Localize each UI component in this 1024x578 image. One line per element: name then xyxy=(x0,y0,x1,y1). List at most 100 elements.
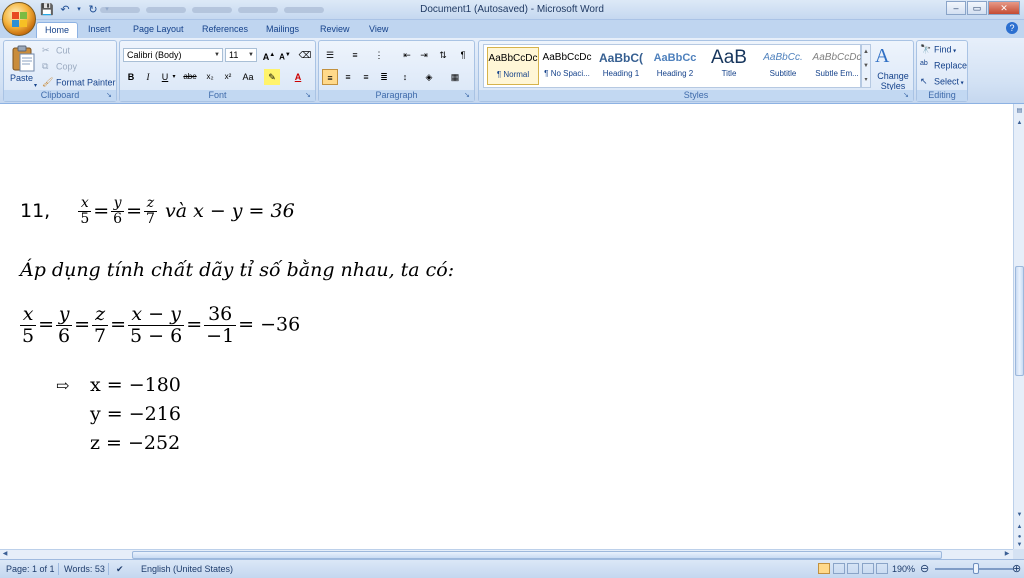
select-label: Select xyxy=(934,76,960,87)
find-button[interactable]: 🔭 Find ▾ xyxy=(920,44,956,56)
office-logo-icon xyxy=(12,12,28,28)
styles-gallery: AaBbCcDc ¶ Normal AaBbCcDc ¶ No Spaci...… xyxy=(483,44,861,88)
font-group: Calibri (Body) ▼ 11 ▼ A▲ A▼ ⌫ B I U ▾ abe … xyxy=(119,40,316,102)
increase-indent-icon[interactable]: ⇥ xyxy=(416,47,432,63)
web-layout-view-icon[interactable] xyxy=(847,563,860,574)
superscript-button[interactable]: x² xyxy=(220,69,236,85)
scroll-left-icon[interactable]: ◀ xyxy=(0,550,10,559)
draft-view-icon[interactable] xyxy=(876,563,889,574)
styles-gallery-scroll[interactable]: ▲ ▼ ▾ xyxy=(861,44,871,88)
tab-review[interactable]: Review xyxy=(312,22,358,38)
print-layout-view-icon[interactable] xyxy=(818,563,830,574)
style-normal[interactable]: AaBbCcDc ¶ Normal xyxy=(487,47,539,85)
editing-group: 🔭 Find ▾ ab Replace ↖ Select ▾ Editing xyxy=(916,40,968,102)
equation-result: = −36 xyxy=(238,313,301,336)
strikethrough-button[interactable]: abe xyxy=(182,69,198,85)
paste-dropdown-icon[interactable]: ▾ xyxy=(34,82,37,89)
tab-references[interactable]: References xyxy=(194,22,256,38)
font-launcher-icon[interactable]: ↘ xyxy=(305,92,313,100)
document-page[interactable]: 11, x 5 = y 6 = z 7 và x − y = 36 Áp dụng tính … xyxy=(0,104,1013,549)
proofing-icon[interactable]: ✔ xyxy=(116,564,124,575)
font-size-select[interactable]: 11 ▼ xyxy=(225,48,257,62)
style-subtitle[interactable]: AaBbCc. Subtitle xyxy=(757,47,809,85)
replace-label: Replace xyxy=(934,60,968,71)
change-styles-button[interactable]: Change Styles xyxy=(875,71,911,91)
justify-icon[interactable]: ≣ xyxy=(376,69,392,85)
font-color-button[interactable]: A xyxy=(290,69,306,85)
word-count[interactable]: Words: 53 xyxy=(64,564,105,574)
zoom-out-icon[interactable]: ⊖ xyxy=(920,562,929,575)
underline-dropdown-icon[interactable]: ▾ xyxy=(170,69,178,85)
zoom-slider-thumb[interactable] xyxy=(973,563,979,574)
office-button[interactable] xyxy=(2,2,36,36)
scroll-right-icon[interactable]: ▶ xyxy=(1002,550,1012,559)
bullets-icon[interactable]: ☰ xyxy=(322,47,338,63)
ruler-toggle-icon[interactable]: ▤ xyxy=(1015,106,1024,116)
vertical-scroll-thumb[interactable] xyxy=(1015,266,1024,376)
horizontal-scroll-thumb[interactable] xyxy=(132,551,942,559)
style-sample: AaB xyxy=(711,47,747,68)
horizontal-scrollbar[interactable]: ◀ ▶ xyxy=(0,549,1013,559)
show-marks-button[interactable]: ¶ xyxy=(455,47,471,63)
highlight-icon[interactable]: ✎ xyxy=(264,69,280,85)
minimize-button[interactable]: – xyxy=(946,1,966,15)
style-no-spacing[interactable]: AaBbCcDc ¶ No Spaci... xyxy=(541,47,593,85)
copy-icon: ⧉ xyxy=(42,61,49,71)
shading-icon[interactable]: ◈ xyxy=(421,69,437,85)
tab-page-layout[interactable]: Page Layout xyxy=(125,22,192,38)
ribbon-tab-strip: Home Insert Page Layout References Maili… xyxy=(0,20,1024,38)
style-heading-2[interactable]: AaBbCc Heading 2 xyxy=(649,47,701,85)
tab-mailings[interactable]: Mailings xyxy=(258,22,307,38)
format-painter-button[interactable]: 🖌 Format Painter xyxy=(42,77,116,89)
fraction: x5 xyxy=(78,195,92,228)
cut-button[interactable]: ✂ Cut xyxy=(42,45,70,57)
tab-home[interactable]: Home xyxy=(36,22,79,38)
close-button[interactable]: ✕ xyxy=(988,1,1020,15)
align-left-icon[interactable]: ≡ xyxy=(322,69,338,85)
scroll-down-icon[interactable]: ▼ xyxy=(1015,510,1024,520)
italic-button[interactable]: I xyxy=(140,69,156,85)
vertical-scrollbar[interactable]: ▤ ▲ ▼ ▲ ● ▼ xyxy=(1013,104,1024,549)
zoom-level[interactable]: 190% xyxy=(892,564,915,574)
align-right-icon[interactable]: ≡ xyxy=(358,69,374,85)
paste-icon[interactable] xyxy=(10,45,36,73)
change-styles-icon[interactable]: A xyxy=(875,45,889,68)
decrease-indent-icon[interactable]: ⇤ xyxy=(399,47,415,63)
tab-insert[interactable]: Insert xyxy=(80,22,119,38)
bold-button[interactable]: B xyxy=(123,69,139,85)
line-spacing-icon[interactable]: ↕ xyxy=(397,69,413,85)
clipboard-launcher-icon[interactable]: ↘ xyxy=(106,92,114,100)
change-case-button[interactable]: Aa xyxy=(238,69,258,85)
font-family-value: Calibri (Body) xyxy=(127,50,182,60)
paragraph-launcher-icon[interactable]: ↘ xyxy=(464,92,472,100)
full-screen-reading-view-icon[interactable] xyxy=(832,563,845,574)
paste-button[interactable]: Paste xyxy=(10,73,33,83)
align-center-icon[interactable]: ≡ xyxy=(340,69,356,85)
select-button[interactable]: ↖ Select ▾ xyxy=(920,76,964,88)
borders-icon[interactable]: ▦ xyxy=(447,69,463,85)
zoom-in-icon[interactable]: ⊕ xyxy=(1012,562,1021,575)
style-title[interactable]: AaB Title xyxy=(703,47,755,85)
help-icon[interactable]: ? xyxy=(1006,22,1018,34)
tab-view[interactable]: View xyxy=(361,22,396,38)
font-family-select[interactable]: Calibri (Body) ▼ xyxy=(123,48,223,62)
subscript-button[interactable]: x₂ xyxy=(202,69,218,85)
previous-page-icon[interactable]: ▲ xyxy=(1015,522,1024,532)
copy-button[interactable]: ⧉ Copy xyxy=(42,61,77,73)
clipboard-group: Paste ▾ ✂ Cut ⧉ Copy 🖌 Format Painter Clipb… xyxy=(3,40,117,102)
style-heading-1[interactable]: AaBbC( Heading 1 xyxy=(595,47,647,85)
sort-icon[interactable]: ⇅ xyxy=(435,47,451,63)
replace-button[interactable]: ab Replace xyxy=(920,60,967,72)
language-indicator[interactable]: English (United States) xyxy=(141,564,233,574)
restore-button[interactable]: ▭ xyxy=(967,1,987,15)
page-count[interactable]: Page: 1 of 1 xyxy=(6,564,55,574)
shrink-font-button[interactable]: A▼ xyxy=(277,47,293,63)
numbering-icon[interactable]: ≡ xyxy=(347,47,363,63)
grow-font-button[interactable]: A▲ xyxy=(261,47,277,63)
multilevel-list-icon[interactable]: ⋮ xyxy=(371,47,387,63)
scroll-up-icon[interactable]: ▲ xyxy=(1015,118,1024,128)
outline-view-icon[interactable] xyxy=(861,563,874,574)
clear-formatting-icon[interactable]: ⌫ xyxy=(297,47,313,63)
style-subtle-emphasis[interactable]: AaBbCcDc Subtle Em... xyxy=(811,47,863,85)
styles-launcher-icon[interactable]: ↘ xyxy=(903,92,911,100)
